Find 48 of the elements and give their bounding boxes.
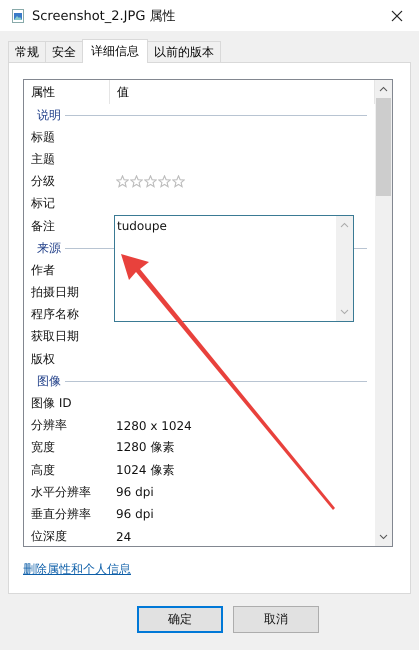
dialog-button[interactable]: 取消 [233, 606, 319, 633]
property-name: 分级 [31, 173, 56, 190]
star-icon[interactable] [172, 175, 185, 188]
scroll-up-icon[interactable] [379, 86, 388, 92]
property-name: 程序名称 [31, 306, 80, 324]
group-label: 来源 [36, 240, 61, 257]
scrollbar[interactable] [375, 80, 392, 546]
group-label: 图像 [36, 372, 61, 390]
property-name: 备注 [31, 218, 56, 235]
property-value: 1280 x 1024 [116, 418, 192, 433]
tab[interactable]: 常规 [8, 41, 46, 62]
star-rating[interactable] [116, 175, 185, 188]
property-name: 作者 [31, 262, 56, 279]
property-name: 水平分辨率 [31, 484, 92, 501]
property-name: 标题 [31, 128, 56, 146]
property-name: 图像 ID [31, 395, 73, 412]
close-icon[interactable] [391, 10, 403, 22]
property-name: 位深度 [31, 528, 68, 546]
property-value: 24 [116, 530, 132, 544]
property-name: 高度 [31, 462, 56, 479]
property-value: 1024 像素 [116, 462, 174, 479]
property-name: 主题 [31, 150, 56, 168]
star-icon[interactable] [130, 175, 143, 188]
scroll-thumb[interactable] [376, 98, 391, 196]
star-icon[interactable] [158, 175, 171, 188]
remove-properties-link[interactable]: 删除属性和个人信息 [23, 561, 131, 578]
star-icon[interactable] [116, 175, 129, 188]
tab[interactable]: 详细信息 [82, 39, 148, 63]
picture-file-icon [12, 8, 24, 22]
property-name: 版权 [31, 350, 56, 368]
property-name: 宽度 [31, 439, 56, 456]
property-name: 获取日期 [31, 328, 80, 346]
tab[interactable]: 以前的版本 [147, 41, 221, 62]
property-value: 96 dpi [116, 507, 154, 522]
property-name: 标记 [31, 195, 56, 212]
property-value: 96 dpi [116, 485, 154, 500]
property-value: 1280 像素 [116, 439, 174, 456]
comment-text: tudoupe [116, 218, 168, 235]
property-name: 垂直分辨率 [31, 506, 92, 523]
column-header[interactable]: 属性 [24, 80, 110, 104]
group-label: 说明 [36, 106, 61, 124]
scroll-down-icon[interactable] [379, 534, 388, 540]
dialog-button[interactable]: 确定 [137, 606, 223, 633]
window-title: Screenshot_2.JPG 属性 [32, 8, 177, 24]
star-icon[interactable] [144, 175, 157, 188]
property-name: 拍摄日期 [31, 284, 80, 302]
comment-editor[interactable]: tudoupe [114, 215, 354, 322]
property-name: 分辨率 [31, 417, 68, 434]
